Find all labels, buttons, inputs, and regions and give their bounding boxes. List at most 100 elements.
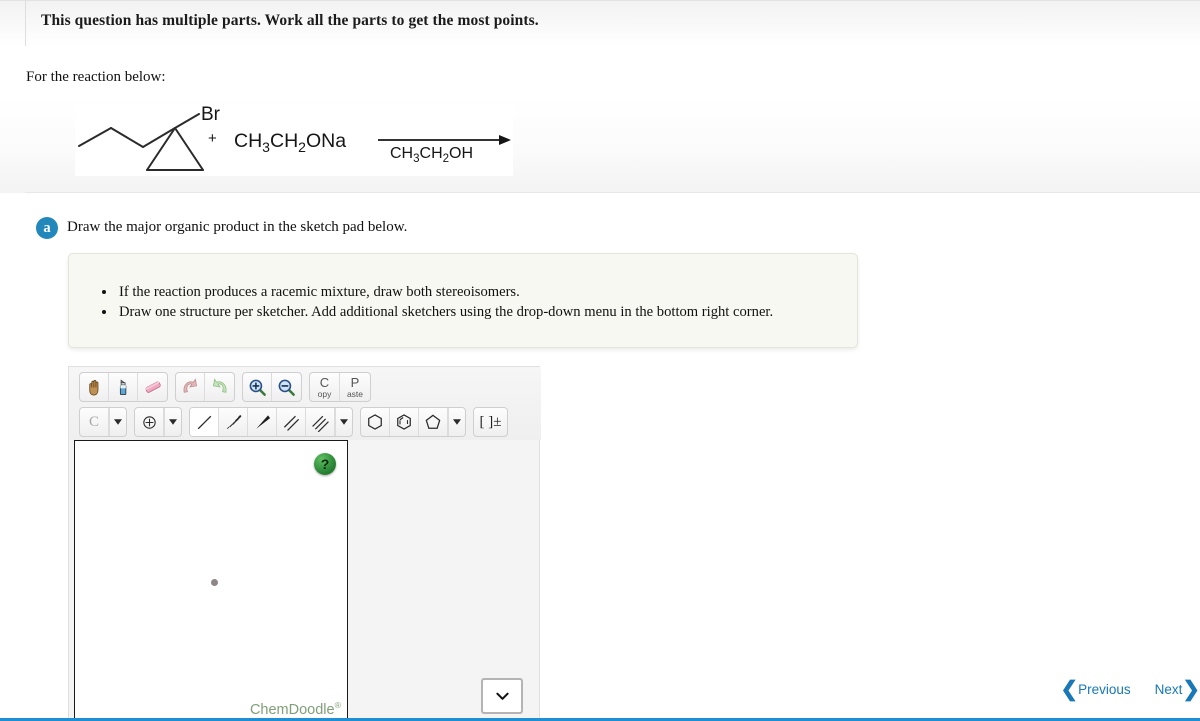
spray-bottle-icon <box>119 379 126 395</box>
tool-group-history <box>175 372 235 402</box>
tool-group-atom-label: C <box>79 407 127 437</box>
instructions-box: If the reaction produces a racemic mixtu… <box>68 253 858 348</box>
cyclopentane-tool-button[interactable] <box>419 408 448 436</box>
paste-label-small: aste <box>346 388 364 399</box>
tool-group-manipulate <box>79 372 168 402</box>
reagent-sub-b: 2 <box>298 138 306 155</box>
part-a-instruction: Draw the major organic product in the sk… <box>67 219 408 235</box>
list-item: Draw one structure per sketcher. Add add… <box>117 302 857 322</box>
chevron-down-icon <box>340 419 348 425</box>
instructions-list: If the reaction produces a racemic mixtu… <box>69 254 857 322</box>
tool-group-bonds <box>189 407 353 437</box>
solvent-formula: CH3CH2OH <box>390 145 473 165</box>
reagent-part-b: CH <box>269 130 299 152</box>
triple-bond-tool-button[interactable] <box>306 408 335 436</box>
benzene-tool-button[interactable] <box>390 408 419 436</box>
chemdoodle-name: ChemDoodle <box>249 702 335 718</box>
canvas-atom-dot[interactable] <box>211 579 218 586</box>
ring-dropdown-caret[interactable] <box>448 408 465 436</box>
help-button[interactable]: ? <box>314 453 336 475</box>
pentagon-ring-icon <box>425 414 441 429</box>
previous-button[interactable]: ❮ Previous <box>1060 679 1130 700</box>
chemdoodle-branding: ChemDoodle® <box>250 700 341 718</box>
copy-button[interactable]: C opy <box>310 373 340 401</box>
chevron-down-icon <box>495 692 509 700</box>
single-bond-tool-button[interactable] <box>190 408 219 436</box>
hand-tool-button[interactable] <box>80 373 109 401</box>
registered-mark: ® <box>334 700 341 711</box>
navigation-bar: ❮ Previous Next ❯ <box>1060 672 1200 706</box>
ring-bond-left <box>146 127 176 171</box>
redo-arrow-icon <box>212 378 226 393</box>
bromine-label: Br <box>201 104 221 125</box>
header-left-divider <box>25 0 26 46</box>
solvent-part-a: CH <box>390 145 414 162</box>
cyclohexane-tool-button[interactable] <box>361 408 390 436</box>
bond-terminal-ch3 <box>78 127 112 147</box>
tool-group-zoom <box>242 372 302 402</box>
chevron-right-icon: ❯ <box>1182 677 1200 701</box>
paste-label-big: P <box>350 374 360 390</box>
circle-plus-icon <box>142 415 156 429</box>
solvent-part-c: OH <box>449 145 474 162</box>
hashed-bond-tool-button[interactable] <box>219 408 248 436</box>
bond-dropdown-caret[interactable] <box>335 408 352 436</box>
single-bond-icon <box>197 415 211 429</box>
charge-tool-button[interactable] <box>135 408 164 436</box>
reaction-plus-sign: + <box>208 130 217 147</box>
bond-ch-to-ring <box>142 127 176 148</box>
triple-bond-icon <box>311 415 329 432</box>
toolbar-row-2: C []± <box>79 406 541 438</box>
charge-dropdown-caret[interactable] <box>164 408 181 436</box>
next-button[interactable]: Next ❯ <box>1155 679 1200 700</box>
page-title: This question has multiple parts. Work a… <box>41 12 539 29</box>
ring-bond-right <box>174 127 204 171</box>
magnifier-plus-icon <box>249 379 266 396</box>
double-bond-icon <box>283 415 299 431</box>
bracket-charge-tool-button[interactable]: [ ]± <box>474 408 507 436</box>
solid-wedge-bond-icon <box>255 414 270 429</box>
chevron-down-icon <box>114 419 122 425</box>
undo-tool-button[interactable] <box>176 373 205 401</box>
magnifier-minus-icon <box>278 379 295 396</box>
sketcher-toolbar: C opy P aste C []± <box>69 367 541 440</box>
question-prompt: For the reaction below: <box>26 69 166 85</box>
next-label: Next <box>1154 681 1183 697</box>
bond-c-br <box>174 113 200 129</box>
zoom-out-tool-button[interactable] <box>272 373 301 401</box>
atom-label-dropdown-caret[interactable] <box>109 408 126 436</box>
atom-label-button[interactable]: C <box>80 408 109 436</box>
reagent-sub-a: 3 <box>262 138 270 155</box>
tool-group-clipboard: C opy P aste <box>309 372 371 402</box>
part-a-badge: a <box>36 217 58 239</box>
chemdoodle-sketcher[interactable]: C opy P aste C []± ? ChemDoodle® <box>68 366 541 721</box>
hand-icon <box>88 379 98 395</box>
tool-group-rings <box>360 407 466 437</box>
zoom-in-tool-button[interactable] <box>243 373 272 401</box>
header-top-rule <box>0 0 1200 1</box>
reagent-formula: CH3CH2ONa <box>234 130 346 155</box>
double-bond-tool-button[interactable] <box>277 408 306 436</box>
reagent-part-a: CH <box>234 130 263 152</box>
clear-tool-button[interactable] <box>109 373 138 401</box>
reagent-part-c: ONa <box>305 130 347 152</box>
solvent-part-b: CH <box>419 145 443 162</box>
undo-arrow-icon <box>183 378 197 393</box>
chevron-left-icon: ❮ <box>1060 677 1079 701</box>
wedge-bond-tool-button[interactable] <box>248 408 277 436</box>
add-sketcher-dropdown[interactable] <box>481 678 523 714</box>
benzene-ring-icon <box>397 414 411 430</box>
eraser-tool-button[interactable] <box>138 373 167 401</box>
list-item: If the reaction produces a racemic mixtu… <box>117 282 857 302</box>
redo-tool-button[interactable] <box>205 373 234 401</box>
sketch-canvas[interactable]: ? ChemDoodle® <box>74 440 348 721</box>
reaction-arrow <box>378 135 511 145</box>
hexagon-ring-icon <box>368 414 382 430</box>
hashed-wedge-bond-icon <box>226 414 241 429</box>
bracket-charge-label: [ ]± <box>479 413 502 430</box>
paste-button[interactable]: P aste <box>340 373 370 401</box>
section-divider <box>25 192 1200 193</box>
copy-label-big: C <box>319 374 330 390</box>
copy-label-small: opy <box>317 388 332 399</box>
tool-group-bracket: [ ]± <box>473 407 508 437</box>
